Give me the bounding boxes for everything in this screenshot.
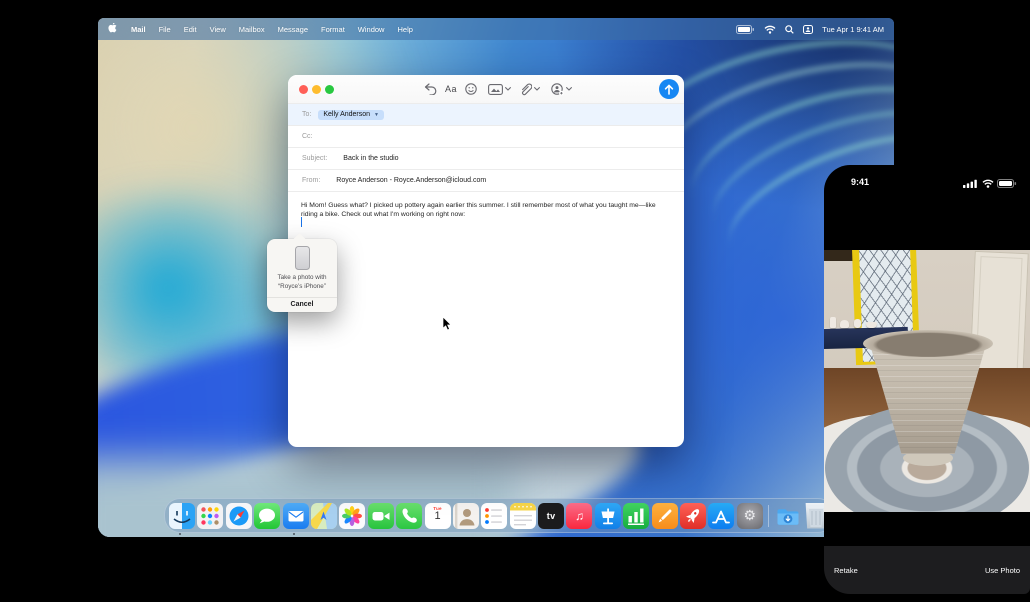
music-note-icon: ♫ xyxy=(575,509,584,523)
menu-window[interactable]: Window xyxy=(358,25,385,34)
dock-music-icon[interactable]: ♫ xyxy=(566,503,592,529)
subject-label: Subject: xyxy=(302,155,327,162)
from-label: From: xyxy=(302,177,320,184)
photo-ceramic xyxy=(854,319,861,328)
gear-icon: ⚙ xyxy=(744,507,757,524)
photo-bowl-rim xyxy=(863,330,993,357)
retake-button[interactable]: Retake xyxy=(834,566,858,575)
menu-view[interactable]: View xyxy=(210,25,226,34)
token-chevron-icon: ▼ xyxy=(374,112,379,118)
dock-messages-icon[interactable] xyxy=(254,503,280,529)
battery-icon xyxy=(997,179,1017,188)
dock-divider xyxy=(768,505,769,527)
tv-label: tv xyxy=(547,511,556,521)
wifi-icon xyxy=(982,179,994,188)
send-button[interactable] xyxy=(659,79,679,99)
iphone-camera-panel: 9:41 Retake Use Photo xyxy=(824,165,1030,594)
format-button[interactable]: Aa xyxy=(445,81,457,97)
iphone-clock: 9:41 xyxy=(851,177,869,187)
dock-calendar-icon[interactable]: Tue 1 xyxy=(425,503,451,529)
user-switch-icon[interactable] xyxy=(803,25,813,34)
dock-keynote-icon[interactable] xyxy=(595,503,621,529)
subject-field[interactable]: Subject: Back in the studio xyxy=(288,148,684,170)
dock-finder-icon[interactable] xyxy=(169,503,195,529)
dock-rocket-icon[interactable] xyxy=(680,503,706,529)
from-value: Royce Anderson - Royce.Anderson@icloud.c… xyxy=(336,177,486,184)
popover-line2: “Royce’s iPhone” xyxy=(270,283,334,292)
mail-running-dot xyxy=(293,533,295,535)
compose-titlebar[interactable]: Aa xyxy=(288,75,684,104)
menu-help[interactable]: Help xyxy=(397,25,412,34)
minimize-button[interactable] xyxy=(312,85,321,94)
battery-icon[interactable] xyxy=(736,25,755,34)
use-photo-button[interactable]: Use Photo xyxy=(985,566,1020,575)
cancel-button[interactable]: Cancel xyxy=(267,298,337,312)
subject-value: Back in the studio xyxy=(343,155,398,162)
menu-file[interactable]: File xyxy=(159,25,171,34)
recipient-name: Kelly Anderson xyxy=(323,111,370,118)
dock-maps-icon[interactable] xyxy=(311,503,337,529)
dock-photos-icon[interactable] xyxy=(339,503,365,529)
menu-message[interactable]: Message xyxy=(278,25,308,34)
dock-safari-icon[interactable] xyxy=(226,503,252,529)
message-text: Hi Mom! Guess what? I picked up pottery … xyxy=(301,202,656,218)
dock: Tue 1 tv ♫ ⚙ xyxy=(164,498,834,533)
dock-numbers-icon[interactable] xyxy=(623,503,649,529)
message-body[interactable]: Hi Mom! Guess what? I picked up pottery … xyxy=(288,192,682,220)
mouse-cursor xyxy=(443,317,453,336)
dock-appstore-icon[interactable] xyxy=(708,503,734,529)
camera-preview xyxy=(824,250,1030,512)
camera-action-bar: Retake Use Photo xyxy=(824,546,1030,594)
dock-settings-icon[interactable]: ⚙ xyxy=(737,503,763,529)
dock-contacts-icon[interactable] xyxy=(453,503,479,529)
continuity-camera-popover: Take a photo with “Royce’s iPhone” Cance… xyxy=(267,239,337,312)
finder-running-dot xyxy=(179,533,181,535)
dock-facetime-icon[interactable] xyxy=(368,503,394,529)
cellular-signal-icon xyxy=(963,179,978,188)
menu-mail[interactable]: Mail xyxy=(131,25,146,34)
emoji-button[interactable] xyxy=(465,81,477,97)
from-field[interactable]: From: Royce Anderson - Royce.Anderson@ic… xyxy=(288,170,684,192)
dock-phone-icon[interactable] xyxy=(396,503,422,529)
dock-notes-icon[interactable] xyxy=(510,503,536,529)
signature-menu-button[interactable] xyxy=(551,81,572,97)
undo-button[interactable] xyxy=(424,81,437,97)
photo-ceramic xyxy=(866,322,877,328)
mail-compose-window: Aa To: Kelly Anderson xyxy=(288,75,684,447)
dock-appletv-icon[interactable]: tv xyxy=(538,503,564,529)
dock-reminders-icon[interactable] xyxy=(481,503,507,529)
menu-clock[interactable]: Tue Apr 1 9:41 AM xyxy=(822,25,884,34)
text-caret xyxy=(301,217,302,227)
menu-edit[interactable]: Edit xyxy=(184,25,197,34)
close-button[interactable] xyxy=(299,85,308,94)
recipient-token[interactable]: Kelly Anderson ▼ xyxy=(318,110,384,120)
dock-pages-icon[interactable] xyxy=(652,503,678,529)
cc-field[interactable]: Cc: xyxy=(288,126,684,148)
wifi-icon[interactable] xyxy=(764,25,776,34)
mac-display: Mail File Edit View Mailbox Message Form… xyxy=(98,18,894,537)
photo-browser-button[interactable] xyxy=(488,81,511,97)
to-label: To: xyxy=(302,111,311,118)
iphone-icon xyxy=(295,246,310,270)
zoom-button[interactable] xyxy=(325,85,334,94)
popover-line1: Take a photo with xyxy=(270,274,334,283)
dock-downloads-icon[interactable] xyxy=(775,503,801,529)
menu-bar: Mail File Edit View Mailbox Message Form… xyxy=(98,18,894,40)
cc-label: Cc: xyxy=(302,133,313,140)
menu-format[interactable]: Format xyxy=(321,25,345,34)
photo-ceramic xyxy=(840,320,849,328)
photo-ceramic xyxy=(830,317,836,328)
apple-menu-icon[interactable] xyxy=(108,23,118,35)
search-icon[interactable] xyxy=(785,25,794,34)
calendar-day: 1 xyxy=(425,511,451,522)
attach-button[interactable] xyxy=(520,81,540,97)
menu-mailbox[interactable]: Mailbox xyxy=(239,25,265,34)
dock-mail-icon[interactable] xyxy=(283,503,309,529)
to-field[interactable]: To: Kelly Anderson ▼ xyxy=(288,104,684,126)
dock-launchpad-icon[interactable] xyxy=(197,503,223,529)
